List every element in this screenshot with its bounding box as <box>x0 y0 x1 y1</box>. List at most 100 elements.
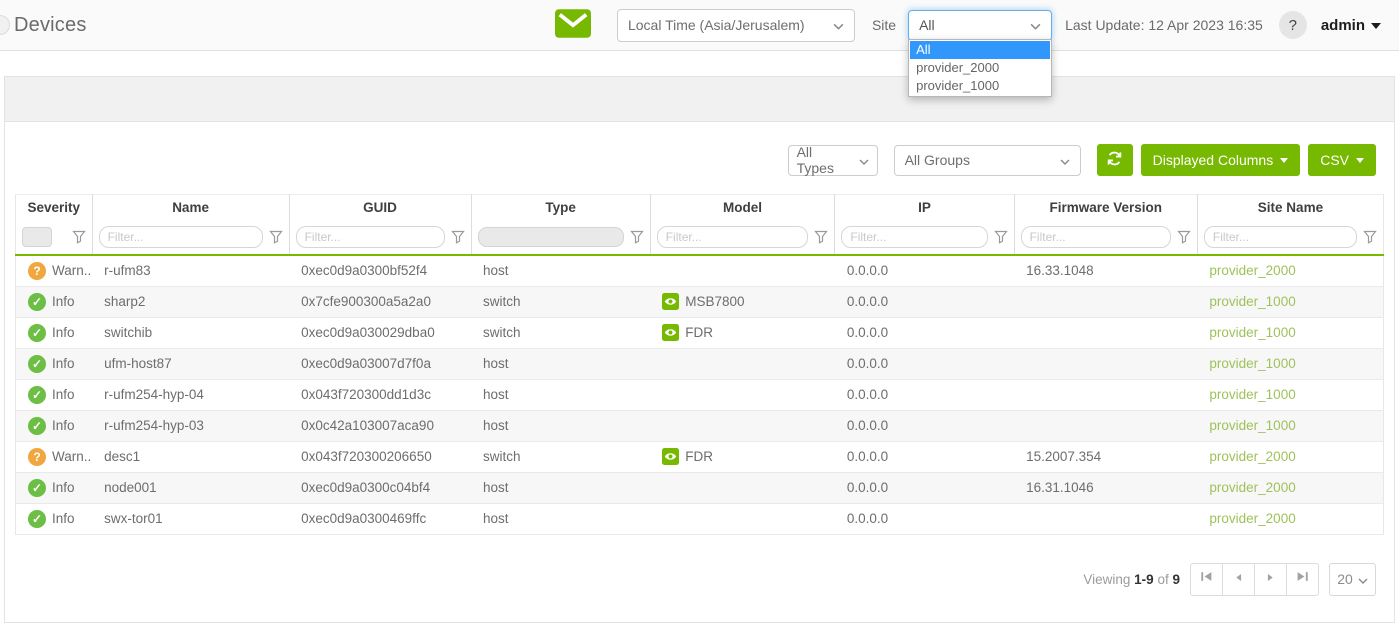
model-filter-input[interactable] <box>657 226 809 248</box>
device-name-cell: node001 <box>92 472 289 503</box>
device-name-cell: sharp2 <box>92 286 289 317</box>
table-row[interactable]: ✓ Info switchib 0xec0d9a030029dba0 switc… <box>16 317 1384 348</box>
table-row[interactable]: ✓ Info ufm-host87 0xec0d9a03007d7f0a hos… <box>16 348 1384 379</box>
column-header-site-name[interactable]: Site Name <box>1197 195 1383 221</box>
guid-filter-input[interactable] <box>296 226 445 248</box>
site-link[interactable]: provider_2000 <box>1209 449 1295 464</box>
table-header-row: Severity Name GUID Type Model IP Firmwar… <box>16 195 1384 221</box>
severity-label: Info <box>52 387 75 402</box>
nvidia-logo-icon <box>662 324 679 341</box>
column-header-type[interactable]: Type <box>471 195 650 221</box>
filter-funnel-icon[interactable] <box>630 230 644 244</box>
top-bar: Devices Local Time (Asia/Jerusalem) Site… <box>0 0 1399 51</box>
nvidia-logo-icon <box>662 293 679 310</box>
site-link[interactable]: provider_2000 <box>1209 480 1295 495</box>
warning-icon: ? <box>28 448 46 466</box>
site-option-all[interactable]: All <box>910 41 1050 59</box>
device-guid-cell: 0xec0d9a0300c04bf4 <box>289 472 471 503</box>
severity-label: Info <box>52 511 75 526</box>
filter-funnel-icon[interactable] <box>814 230 828 244</box>
column-header-ip[interactable]: IP <box>835 195 1014 221</box>
site-link[interactable]: provider_1000 <box>1209 418 1295 433</box>
filter-funnel-icon[interactable] <box>1177 230 1191 244</box>
info-check-icon: ✓ <box>28 324 46 342</box>
filter-funnel-icon[interactable] <box>994 230 1008 244</box>
site-name-filter-input[interactable] <box>1204 226 1357 248</box>
device-ip-cell: 0.0.0.0 <box>835 410 1014 441</box>
device-type-cell: switch <box>471 286 650 317</box>
site-link[interactable]: provider_1000 <box>1209 294 1295 309</box>
device-name-cell: switchib <box>92 317 289 348</box>
device-type-cell: host <box>471 472 650 503</box>
info-check-icon: ✓ <box>28 293 46 311</box>
site-option-provider-1000[interactable]: provider_1000 <box>910 77 1050 95</box>
filter-funnel-icon[interactable] <box>451 230 465 244</box>
types-filter-select[interactable]: All Types <box>788 145 878 176</box>
site-link[interactable]: provider_1000 <box>1209 387 1295 402</box>
info-check-icon: ✓ <box>28 510 46 528</box>
device-ip-cell: 0.0.0.0 <box>835 286 1014 317</box>
table-row[interactable]: ✓ Info node001 0xec0d9a0300c04bf4 host 0… <box>16 472 1384 503</box>
user-menu[interactable]: admin <box>1321 17 1381 34</box>
table-row[interactable]: ? Warn... desc1 0x043f720300206650 switc… <box>16 441 1384 472</box>
severity-filter-disabled <box>22 227 52 247</box>
table-row[interactable]: ✓ Info sharp2 0x7cfe900300a5a2a0 switch … <box>16 286 1384 317</box>
device-table-body: ? Warn... r-ufm83 0xec0d9a0300bf52f4 hos… <box>16 255 1384 535</box>
column-header-severity[interactable]: Severity <box>16 195 93 221</box>
site-link[interactable]: provider_1000 <box>1209 356 1295 371</box>
site-link[interactable]: provider_2000 <box>1209 511 1295 526</box>
next-page-button[interactable] <box>1254 563 1287 596</box>
types-filter-value: All Types <box>797 144 851 176</box>
table-row[interactable]: ✓ Info r-ufm254-hyp-03 0x0c42a103007aca9… <box>16 410 1384 441</box>
device-guid-cell: 0x043f720300206650 <box>289 441 471 472</box>
device-firmware-cell: 16.33.1048 <box>1014 255 1197 287</box>
first-page-button[interactable] <box>1190 563 1223 596</box>
filter-funnel-icon[interactable] <box>72 230 86 244</box>
device-guid-cell: 0xec0d9a030029dba0 <box>289 317 471 348</box>
previous-page-button[interactable] <box>1222 563 1255 596</box>
site-select[interactable]: All <box>908 10 1052 41</box>
groups-filter-value: All Groups <box>905 152 970 168</box>
column-header-name[interactable]: Name <box>92 195 289 221</box>
timezone-value: Local Time (Asia/Jerusalem) <box>628 17 805 33</box>
column-header-firmware[interactable]: Firmware Version <box>1014 195 1197 221</box>
firmware-filter-input[interactable] <box>1021 226 1171 248</box>
sidebar-toggle-handle[interactable] <box>0 15 10 35</box>
refresh-button[interactable] <box>1097 144 1133 176</box>
help-button[interactable]: ? <box>1279 11 1307 39</box>
device-type-cell: host <box>471 348 650 379</box>
filter-funnel-icon[interactable] <box>1363 230 1377 244</box>
device-firmware-cell <box>1014 348 1197 379</box>
device-type-cell: host <box>471 410 650 441</box>
column-header-model[interactable]: Model <box>650 195 835 221</box>
mail-button[interactable] <box>555 10 591 40</box>
table-row[interactable]: ✓ Info swx-tor01 0xec0d9a0300469ffc host… <box>16 503 1384 534</box>
devices-table: Severity Name GUID Type Model IP Firmwar… <box>15 194 1384 535</box>
timezone-select[interactable]: Local Time (Asia/Jerusalem) <box>617 9 855 42</box>
name-filter-input[interactable] <box>99 226 263 248</box>
site-link[interactable]: provider_2000 <box>1209 263 1295 278</box>
next-page-icon <box>1265 570 1276 588</box>
device-ip-cell: 0.0.0.0 <box>835 441 1014 472</box>
table-row[interactable]: ? Warn... r-ufm83 0xec0d9a0300bf52f4 hos… <box>16 255 1384 287</box>
displayed-columns-button[interactable]: Displayed Columns <box>1141 144 1301 176</box>
site-option-provider-2000[interactable]: provider_2000 <box>910 59 1050 77</box>
severity-label: Info <box>52 325 75 340</box>
groups-filter-select[interactable]: All Groups <box>894 145 1081 176</box>
warning-icon: ? <box>28 262 46 280</box>
envelope-icon <box>555 9 591 41</box>
csv-button[interactable]: CSV <box>1308 144 1376 176</box>
severity-label: Info <box>52 418 75 433</box>
table-row[interactable]: ✓ Info r-ufm254-hyp-04 0x043f720300dd1d3… <box>16 379 1384 410</box>
filter-funnel-icon[interactable] <box>269 230 283 244</box>
page-size-select[interactable]: 20 <box>1329 563 1376 596</box>
site-link[interactable]: provider_1000 <box>1209 325 1295 340</box>
device-guid-cell: 0x7cfe900300a5a2a0 <box>289 286 471 317</box>
site-select-value: All <box>919 17 935 33</box>
ip-filter-input[interactable] <box>841 226 987 248</box>
device-ip-cell: 0.0.0.0 <box>835 317 1014 348</box>
device-type-cell: switch <box>471 317 650 348</box>
last-update-text: Last Update: 12 Apr 2023 16:35 <box>1065 17 1263 33</box>
last-page-button[interactable] <box>1286 563 1319 596</box>
column-header-guid[interactable]: GUID <box>289 195 471 221</box>
